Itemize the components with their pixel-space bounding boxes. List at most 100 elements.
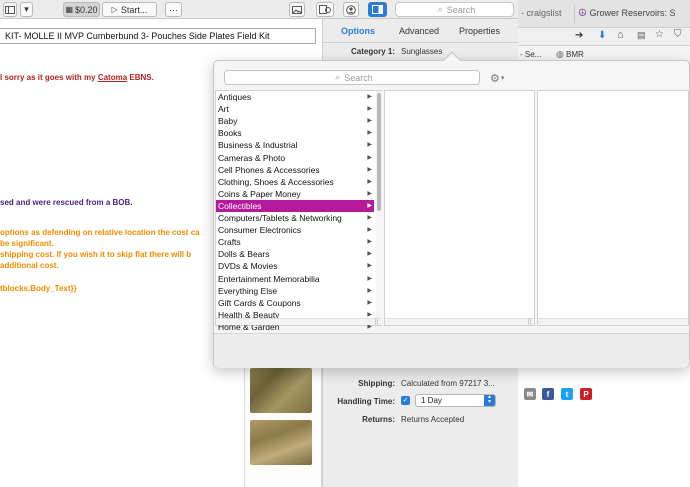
category-scrollbar-thumb[interactable]: [377, 93, 381, 211]
pinterest-letter: P: [583, 389, 589, 399]
category-item[interactable]: Antiques ▶: [216, 91, 374, 103]
more-label: ···: [169, 4, 178, 15]
arrow-right-icon[interactable]: ➔: [575, 30, 583, 41]
category-item[interactable]: Crafts ▶: [216, 236, 374, 248]
returns-label: Returns:: [362, 415, 395, 424]
calculator-icon: ▦: [65, 5, 74, 14]
category-item[interactable]: Business & Industrial ▶: [216, 139, 374, 151]
price-label: $0.20: [75, 4, 98, 15]
category-column-3: [537, 90, 689, 326]
category-item-label: DVDs & Movies: [218, 261, 278, 272]
facebook-icon[interactable]: f: [542, 388, 554, 400]
category-item[interactable]: Cell Phones & Accessories ▶: [216, 164, 374, 176]
category-item[interactable]: Collectibles ▶: [216, 199, 374, 212]
browser-tab-craigslist[interactable]: - craigslist: [521, 8, 562, 18]
chevron-right-icon: ▶: [367, 263, 372, 270]
price-button[interactable]: ▦ $0.20: [63, 2, 100, 17]
download-icon[interactable]: ⬇: [598, 30, 606, 41]
body-line-7[interactable]: tblocks.Body_Text}}: [0, 284, 77, 294]
preview-mode-icon[interactable]: [316, 2, 334, 17]
chevron-right-icon: ▶: [367, 287, 372, 294]
tab-properties[interactable]: Properties: [459, 26, 500, 36]
peace-icon: ☮: [578, 8, 587, 19]
chevron-right-icon: ▶: [367, 130, 372, 137]
listing-photo-thumbnail[interactable]: [250, 420, 312, 465]
body-line-1c: EBNS.: [127, 73, 154, 82]
body-line-2[interactable]: sed and were rescued from a BOB.: [0, 198, 133, 208]
category-item-label: Coins & Paper Money: [218, 188, 301, 199]
gear-icon[interactable]: ⚙ ▾: [490, 71, 510, 85]
more-button[interactable]: ···: [165, 2, 182, 17]
category-item[interactable]: Books ▶: [216, 127, 374, 139]
handling-time-label: Handling Time:: [337, 397, 395, 406]
category-item[interactable]: Art ▶: [216, 103, 374, 115]
category-value[interactable]: Sunglasses: [401, 47, 442, 56]
category-item-label: Antiques: [218, 92, 252, 102]
column-grip-icon[interactable]: ||: [375, 319, 378, 326]
search-icon: ⌕: [437, 4, 443, 14]
returns-value[interactable]: Returns Accepted: [401, 415, 464, 424]
sidebar-toggle-icon[interactable]: [3, 2, 17, 17]
category-item[interactable]: Clothing, Shoes & Accessories ▶: [216, 176, 374, 188]
shield-icon[interactable]: ⛉: [674, 29, 682, 40]
listing-photo-thumbnail[interactable]: [250, 368, 312, 413]
body-line-5[interactable]: shipping cost. If you wish it to skip fl…: [0, 250, 191, 260]
category-item[interactable]: Dolls & Bears ▶: [216, 248, 374, 260]
listing-title-input[interactable]: KIT- MOLLE II MVP Cumberbund 3- Pouches …: [0, 28, 316, 44]
start-button[interactable]: ▷ Start...: [102, 2, 157, 17]
category-item[interactable]: Coins & Paper Money ▶: [216, 188, 374, 200]
category-item[interactable]: Consumer Electronics ▶: [216, 224, 374, 236]
bookmark-partial[interactable]: - Se...: [520, 50, 541, 59]
handling-time-checkbox[interactable]: ✓: [401, 396, 410, 405]
twitter-icon[interactable]: t: [561, 388, 573, 400]
chevron-right-icon: ▶: [367, 178, 372, 185]
category-item[interactable]: Computers/Tablets & Networking ▶: [216, 212, 374, 224]
chevron-right-icon: ▶: [367, 202, 372, 209]
tab-advanced[interactable]: Advanced: [399, 26, 439, 36]
play-icon: ▷: [111, 5, 118, 14]
reading-list-icon[interactable]: ▤: [637, 30, 646, 41]
category-label: Category 1:: [350, 47, 395, 56]
email-icon[interactable]: ✉: [524, 388, 536, 400]
body-line-4[interactable]: be significant.: [0, 239, 54, 249]
shipping-value[interactable]: Calculated from 97217 3...: [401, 379, 495, 388]
tab-options[interactable]: Options: [341, 26, 375, 36]
category-item[interactable]: Gift Cards & Coupons ▶: [216, 297, 374, 309]
home-icon[interactable]: ⌂: [617, 29, 624, 41]
body-line-1[interactable]: l sorry as it goes with my Catoma EBNS.: [0, 73, 154, 83]
user-icon[interactable]: [343, 2, 359, 17]
category-item-label: Consumer Electronics: [218, 225, 302, 236]
shipping-label: Shipping:: [358, 379, 395, 388]
category-item-label: Collectibles: [218, 200, 262, 211]
category-column-1: Antiques ▶ Art ▶ Baby ▶ Books ▶ Business & Indus…: [215, 90, 382, 332]
category-item[interactable]: Everything Else ▶: [216, 285, 374, 297]
pinterest-icon[interactable]: P: [580, 388, 592, 400]
category-item-label: Gift Cards & Coupons: [218, 297, 301, 308]
category-item-label: Cameras & Photo: [218, 152, 286, 163]
chevron-right-icon: ▶: [367, 142, 372, 149]
handling-time-value: 1 Day: [421, 396, 442, 405]
toolbar-search-input[interactable]: ⌕ Search: [395, 2, 514, 17]
category-item[interactable]: Entertainment Memorabilia ▶: [216, 273, 374, 285]
category-item[interactable]: Baby ▶: [216, 115, 374, 127]
image-icon[interactable]: [289, 2, 305, 17]
body-line-3[interactable]: options as defending on relative locatio…: [0, 228, 200, 238]
handling-time-select[interactable]: 1 Day ▴ ▾: [415, 394, 496, 407]
chevron-right-icon: ▶: [367, 275, 372, 282]
body-line-6[interactable]: additional cost.: [0, 261, 59, 271]
column-grip-icon[interactable]: ||: [528, 319, 531, 326]
category-item[interactable]: DVDs & Movies ▶: [216, 260, 374, 272]
category-item-label: Entertainment Memorabilia: [218, 273, 320, 284]
category-search-input[interactable]: ⌕ Search: [224, 70, 480, 85]
popover-footer: [214, 333, 689, 368]
category-item-label: Business & Industrial: [218, 140, 298, 151]
chevron-down-icon[interactable]: ▾: [20, 2, 33, 17]
chevron-right-icon: ▶: [367, 94, 372, 100]
bookmark-bmr[interactable]: BMR: [566, 50, 584, 59]
category-item[interactable]: Cameras & Photo ▶: [216, 152, 374, 164]
bookmark-star-icon[interactable]: ☆: [655, 29, 664, 40]
category-item-label: Books: [218, 128, 242, 139]
inspector-toggle-icon[interactable]: [368, 2, 387, 17]
browser-tab-grower[interactable]: ☮ Grower Reservoirs: S: [578, 8, 676, 19]
category-item-label: Everything Else: [218, 285, 278, 296]
